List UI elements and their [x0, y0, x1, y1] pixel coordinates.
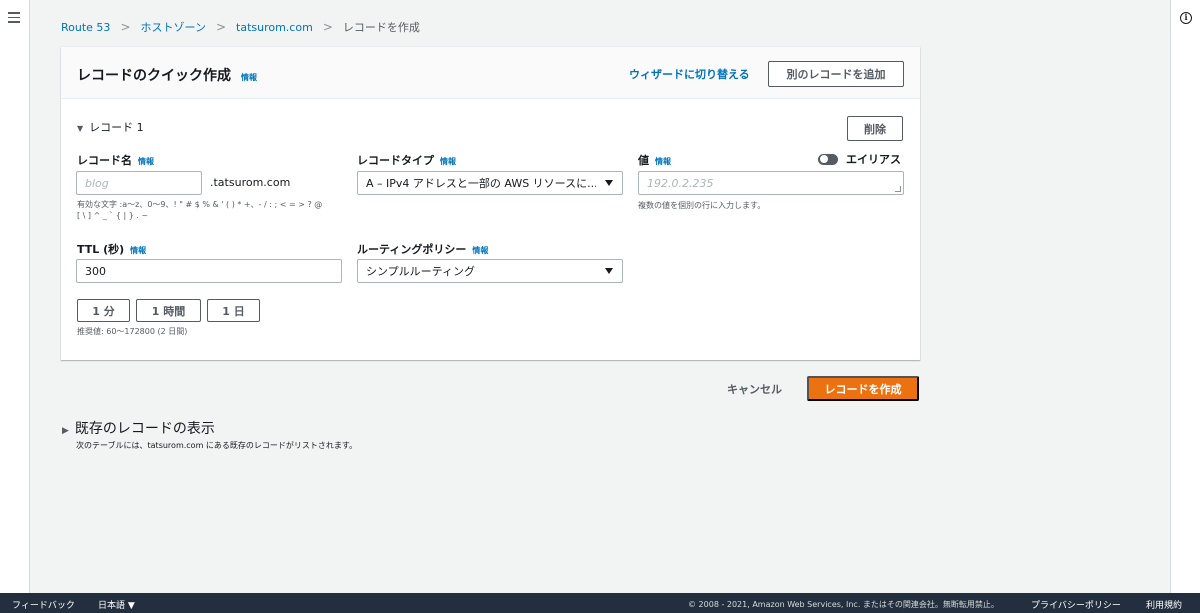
- quick-create-panel: レコードのクイック作成 情報 ウィザードに切り替える 別のレコードを追加 ▼ レコー…: [61, 47, 920, 360]
- right-tools-rail: i: [1170, 0, 1200, 593]
- value-label: 値情報: [638, 152, 671, 168]
- value-label-text: 値: [638, 154, 649, 167]
- panel-title-text: レコードのクイック作成: [77, 68, 231, 84]
- record-name-label-text: レコード名: [77, 154, 132, 167]
- copyright-text: © 2008 - 2021, Amazon Web Services, Inc.…: [688, 600, 999, 609]
- value-info-link[interactable]: 情報: [655, 157, 671, 166]
- chevron-right-icon: >: [215, 20, 227, 34]
- ttl-1-day-button[interactable]: 1 日: [207, 299, 260, 322]
- privacy-policy-link[interactable]: プライバシーポリシー: [1031, 598, 1121, 611]
- switch-to-wizard-link[interactable]: ウィザードに切り替える: [629, 66, 750, 82]
- toggle-switch-icon: [818, 153, 838, 165]
- cancel-button[interactable]: キャンセル: [727, 381, 782, 397]
- breadcrumb-current: レコードを作成: [342, 21, 420, 34]
- existing-records-title: 既存のレコードの表示: [74, 421, 215, 437]
- caret-right-icon: ▶: [62, 426, 69, 436]
- ttl-1-hour-button[interactable]: 1 時間: [136, 299, 201, 322]
- routing-policy-label-text: ルーティングポリシー: [357, 243, 467, 256]
- record-name-input[interactable]: blog: [76, 171, 202, 195]
- console-footer: フィードバック 日本語 ▼ © 2008 - 2021, Amazon Web …: [0, 593, 1200, 613]
- ttl-hint: 推奨値: 60〜172800 (2 日間): [77, 327, 188, 336]
- record-name-label: レコード名 情報: [77, 152, 154, 168]
- alias-toggle[interactable]: エイリアス: [818, 151, 901, 167]
- record-1-label: レコード 1: [89, 121, 144, 134]
- breadcrumb-zone[interactable]: tatsurom.com: [236, 21, 313, 34]
- record-type-select[interactable]: A – IPv4 アドレスと一部の AWS リソースに...: [357, 171, 623, 195]
- existing-records-description: 次のテーブルには、tatsurom.com にある既存のレコードがリストされます…: [76, 441, 358, 450]
- breadcrumb-hosted-zones[interactable]: ホストゾーン: [141, 19, 206, 35]
- panel-info-link[interactable]: 情報: [241, 73, 257, 82]
- feedback-link[interactable]: フィードバック: [12, 598, 75, 611]
- create-records-button[interactable]: レコードを作成: [807, 376, 919, 401]
- caret-down-icon: [605, 268, 613, 274]
- value-placeholder: 192.0.2.235: [647, 176, 714, 190]
- terms-link[interactable]: 利用規約: [1146, 598, 1182, 611]
- ttl-value: 300: [85, 264, 106, 278]
- chevron-right-icon: >: [120, 20, 131, 34]
- routing-policy-select[interactable]: シンプルルーティング: [357, 259, 623, 283]
- routing-policy-info-link[interactable]: 情報: [472, 246, 488, 255]
- panel-header: レコードのクイック作成 情報 ウィザードに切り替える 別のレコードを追加: [61, 47, 920, 99]
- record-name-hint: 有効な文字 :a〜z、0〜9、! " # $ % & ' ( ) * +、- /…: [77, 199, 322, 221]
- value-textarea[interactable]: 192.0.2.235: [638, 171, 904, 195]
- record-1-toggle[interactable]: ▼ レコード 1: [77, 119, 144, 135]
- record-name-placeholder: blog: [85, 176, 109, 190]
- record-name-hint-line1: 有効な文字 :a〜z、0〜9、! " # $ % & ' ( ) * +、- /…: [77, 200, 323, 209]
- record-type-info-link[interactable]: 情報: [440, 157, 456, 166]
- record-type-label-text: レコードタイプ: [357, 154, 434, 167]
- ttl-label: TTL (秒) 情報: [77, 241, 146, 257]
- left-nav-rail: [0, 0, 30, 593]
- routing-policy-value: シンプルルーティング: [366, 265, 476, 278]
- record-type-label: レコードタイプ 情報: [357, 152, 456, 168]
- record-type-value: A – IPv4 アドレスと一部の AWS リソースに...: [366, 177, 596, 190]
- record-name-info-link[interactable]: 情報: [138, 157, 154, 166]
- info-circle-icon[interactable]: i: [1180, 12, 1192, 24]
- caret-down-icon: [605, 180, 613, 186]
- domain-suffix: .tatsurom.com: [210, 176, 291, 189]
- chevron-right-icon: >: [322, 20, 333, 34]
- caret-down-icon: ▼: [77, 124, 84, 133]
- ttl-input[interactable]: 300: [76, 259, 342, 283]
- add-another-record-button[interactable]: 別のレコードを追加: [768, 61, 904, 87]
- value-hint: 複数の値を個別の行に入力します。: [638, 201, 766, 210]
- breadcrumb: Route 53 > ホストゾーン > tatsurom.com > レコードを…: [61, 19, 420, 35]
- ttl-info-link[interactable]: 情報: [130, 246, 146, 255]
- hamburger-menu-icon[interactable]: [8, 12, 20, 26]
- record-name-hint-line2: [ \ ] ^ _ ` { | } . ~: [77, 211, 149, 220]
- alias-label: エイリアス: [846, 153, 901, 166]
- ttl-label-text: TTL (秒): [77, 243, 125, 256]
- delete-record-button[interactable]: 削除: [847, 116, 903, 141]
- resize-handle-icon[interactable]: [895, 186, 901, 192]
- language-selector[interactable]: 日本語 ▼: [98, 598, 135, 611]
- existing-records-toggle[interactable]: ▶ 既存のレコードの表示: [62, 418, 215, 438]
- panel-title: レコードのクイック作成 情報: [77, 65, 257, 85]
- breadcrumb-route53[interactable]: Route 53: [61, 21, 110, 34]
- routing-policy-label: ルーティングポリシー 情報: [357, 241, 488, 257]
- ttl-1-minute-button[interactable]: 1 分: [77, 299, 130, 322]
